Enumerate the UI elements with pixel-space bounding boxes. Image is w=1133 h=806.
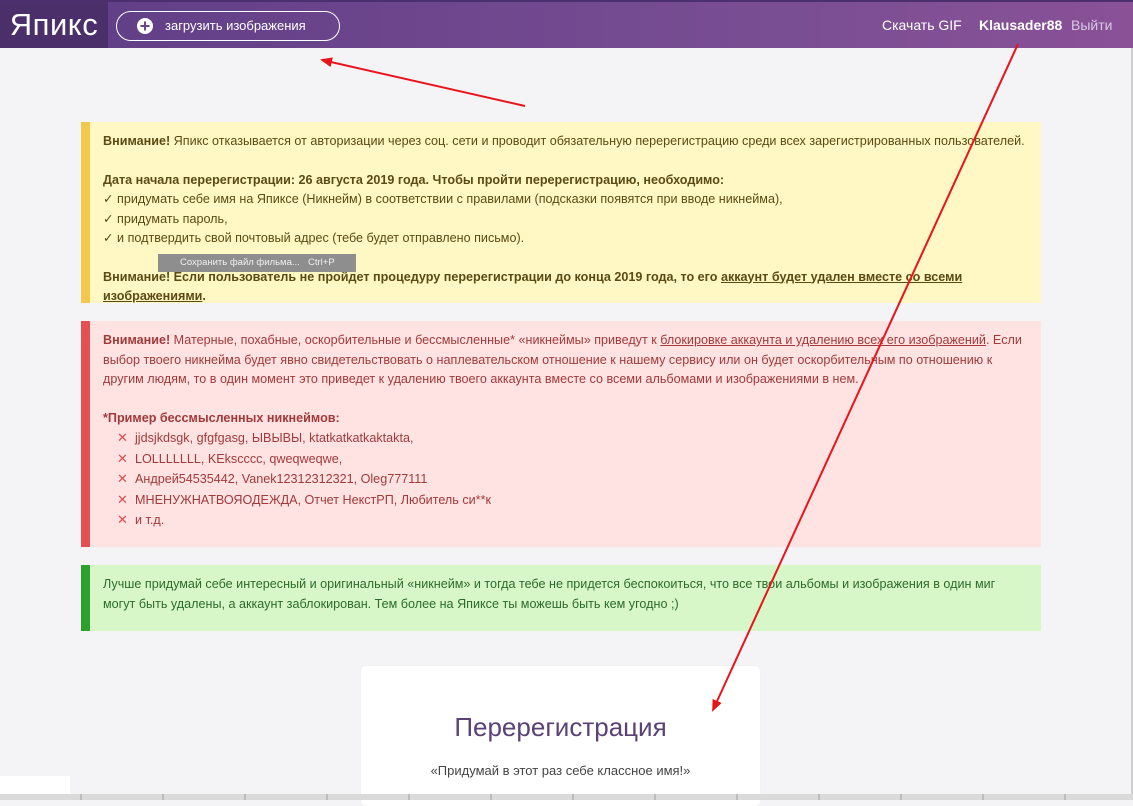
user-profile-link[interactable]: Klausader88	[979, 2, 1062, 48]
cross-icon: ✕	[117, 471, 128, 486]
notice-intro: Внимание! Япикс отказывается от авториза…	[103, 132, 1027, 152]
notice-intro-text: Япикс отказывается от авторизации через …	[170, 134, 1025, 148]
example-text: МНЕНУЖНАТВОЯОДЕЖДА, Отчет НекстРП, Любит…	[135, 492, 491, 507]
reregistration-card: Перерегистрация «Придумай в этот раз себ…	[361, 666, 760, 806]
cross-icon: ✕	[117, 512, 128, 527]
notice-step-nickname: ✓ придумать себе имя на Япиксе (Никнейм)…	[103, 192, 783, 206]
upload-images-button[interactable]: загрузить изображения	[116, 11, 340, 41]
account-block-link[interactable]: блокировке аккаунта и удалению всех его …	[660, 333, 986, 347]
upload-images-label: загрузить изображения	[165, 18, 306, 33]
card-subtitle: «Придумай в этот раз себе классное имя!»	[430, 763, 691, 778]
example-text: jjdsjkdsgk, gfgfgasg, ЫВЫВЫ, ktatkatkatk…	[135, 431, 414, 445]
example-text: и т.д.	[135, 513, 165, 527]
example-item: ✕ и т.д.	[103, 510, 1027, 531]
examples-title-text: *Пример бессмысленных никнеймов:	[103, 410, 340, 425]
context-tooltip: Сохранить файл фильма... Ctrl+P	[158, 254, 356, 272]
advice-notice: Лучше придумай себе интересный и оригина…	[81, 565, 1041, 631]
nickname-rules-warning: Внимание! Матерные, похабные, оскорбител…	[81, 321, 1041, 547]
card-title: Перерегистрация	[454, 712, 667, 742]
logout-link[interactable]: Выйти	[1071, 2, 1112, 48]
example-text: Андрей54535442, Vanek12312312321, Oleg77…	[135, 472, 428, 486]
rules-text-start: Матерные, похабные, оскорбительные и бес…	[170, 333, 661, 347]
site-logo[interactable]: Япикс	[0, 2, 108, 48]
example-item: ✕ jjdsjkdsgk, gfgfgasg, ЫВЫВЫ, ktatkatkat…	[103, 428, 1027, 449]
advice-text: Лучше придумай себе интересный и оригина…	[103, 577, 996, 611]
rules-attention: Внимание!	[103, 333, 171, 347]
arrow-to-logo	[320, 57, 526, 107]
notice-attention: Внимание!	[103, 134, 171, 148]
tooltip-shortcut: Ctrl+P	[308, 257, 335, 268]
taskbar-strip	[0, 794, 1133, 800]
notice-warning: Внимание! Если пользователь не пройдет п…	[103, 268, 1027, 307]
notice-step-email: ✓ и подтвердить свой почтовый адрес (теб…	[103, 231, 525, 245]
notice-warning-end: .	[202, 289, 206, 303]
top-navbar: Япикс загрузить изображения Скачать GIF …	[0, 0, 1133, 48]
cross-icon: ✕	[117, 491, 128, 507]
cross-icon: ✕	[117, 450, 128, 466]
reregistration-notice: Внимание! Япикс отказывается от авториза…	[81, 122, 1041, 303]
example-item: ✕ МНЕНУЖНАТВОЯОДЕЖДА, Отчет НекстРП, Люби…	[103, 490, 1027, 511]
example-text: LOLLLLLLL, KEkscccc, qweqweqwe,	[135, 451, 343, 466]
notice-date: Дата начала перерегистрации: 26 августа …	[103, 171, 1027, 191]
download-gif-link[interactable]: Скачать GIF	[882, 2, 962, 48]
examples-title: *Пример бессмысленных никнеймов:	[103, 409, 1027, 429]
notice-step-password: ✓ придумать пароль,	[103, 211, 228, 226]
notice-date-text: Дата начала перерегистрации: 26 августа …	[103, 172, 725, 187]
cross-icon: ✕	[117, 430, 128, 445]
tooltip-text: Сохранить файл фильма...	[180, 257, 300, 268]
example-item: ✕ LOLLLLLLL, KEkscccc, qweqweqwe,	[103, 449, 1027, 470]
corner-blank	[0, 776, 70, 794]
rules-text: Внимание! Матерные, похабные, оскорбител…	[103, 331, 1027, 390]
plus-circle-icon	[137, 18, 153, 34]
example-item: ✕ Андрей54535442, Vanek12312312321, Oleg7…	[103, 469, 1027, 490]
